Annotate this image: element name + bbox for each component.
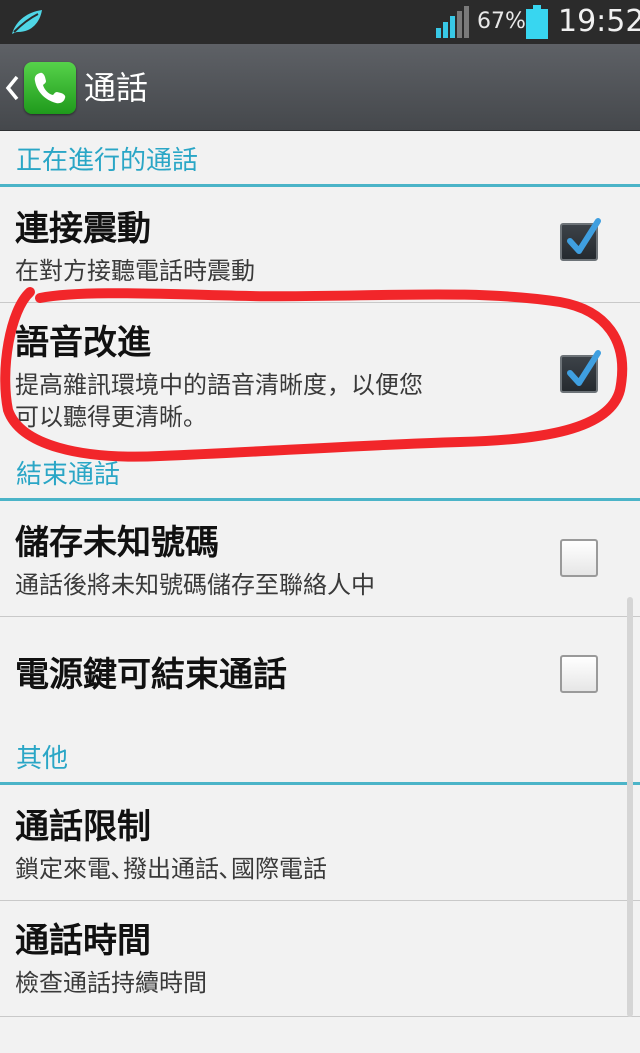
clock: 19:52 bbox=[558, 4, 640, 39]
setting-call-duration[interactable]: 通話時間 檢查通話持續時間 bbox=[0, 901, 640, 1017]
power-end-checkbox[interactable] bbox=[560, 655, 598, 693]
leaf-icon bbox=[12, 10, 42, 34]
setting-title: 語音改進 bbox=[15, 323, 151, 363]
battery-percent: 67% bbox=[477, 9, 526, 34]
save-unknown-checkbox[interactable] bbox=[560, 539, 598, 577]
phone-icon bbox=[34, 72, 66, 104]
setting-summary-line1: 提高雜訊環境中的語音清晰度，以便您 bbox=[15, 371, 423, 399]
setting-title: 電源鍵可結束通話 bbox=[15, 655, 287, 695]
setting-call-barring[interactable]: 通話限制 鎖定來電､撥出通話､國際電話 bbox=[0, 785, 640, 901]
page-title: 通話 bbox=[84, 69, 149, 107]
setting-summary: 通話後將未知號碼儲存至聯絡人中 bbox=[15, 571, 375, 599]
voice-enhance-checkbox[interactable] bbox=[560, 350, 601, 393]
setting-title: 通話時間 bbox=[15, 921, 151, 961]
setting-connect-vibrate[interactable]: 連接震動 在對方接聽電話時震動 bbox=[0, 187, 640, 303]
scrollbar[interactable] bbox=[627, 597, 633, 1017]
setting-title: 儲存未知號碼 bbox=[15, 523, 219, 563]
setting-save-unknown[interactable]: 儲存未知號碼 通話後將未知號碼儲存至聯絡人中 bbox=[0, 501, 640, 617]
phone-app-icon[interactable] bbox=[24, 62, 76, 114]
section-header-label: 正在進行的通話 bbox=[16, 146, 199, 176]
connect-vibrate-checkbox[interactable] bbox=[560, 218, 601, 261]
battery-icon bbox=[526, 5, 548, 39]
checkmark-icon bbox=[567, 350, 601, 386]
checkmark-icon bbox=[567, 218, 601, 254]
section-header-end: 結束通話 bbox=[0, 453, 640, 501]
section-header-ongoing: 正在進行的通話 bbox=[0, 131, 640, 187]
section-header-other: 其他 bbox=[0, 733, 640, 785]
setting-summary: 鎖定來電､撥出通話､國際電話 bbox=[15, 855, 327, 883]
setting-summary-line2: 可以聽得更清晰。 bbox=[15, 403, 207, 431]
setting-voice-enhance[interactable]: 語音改進 提高雜訊環境中的語音清晰度，以便您 可以聽得更清晰。 bbox=[0, 303, 640, 453]
setting-title: 通話限制 bbox=[15, 807, 151, 847]
section-header-label: 其他 bbox=[16, 744, 69, 774]
setting-power-end[interactable]: 電源鍵可結束通話 bbox=[0, 617, 640, 733]
back-chevron-icon[interactable] bbox=[4, 74, 20, 102]
setting-summary: 檢查通話持續時間 bbox=[15, 969, 207, 997]
setting-summary: 在對方接聽電話時震動 bbox=[15, 257, 255, 285]
status-bar: 67% 19:52 bbox=[0, 0, 640, 44]
setting-title: 連接震動 bbox=[15, 209, 151, 249]
action-bar: 通話 bbox=[0, 44, 640, 131]
signal-icon bbox=[436, 6, 469, 38]
section-header-label: 結束通話 bbox=[16, 460, 121, 490]
